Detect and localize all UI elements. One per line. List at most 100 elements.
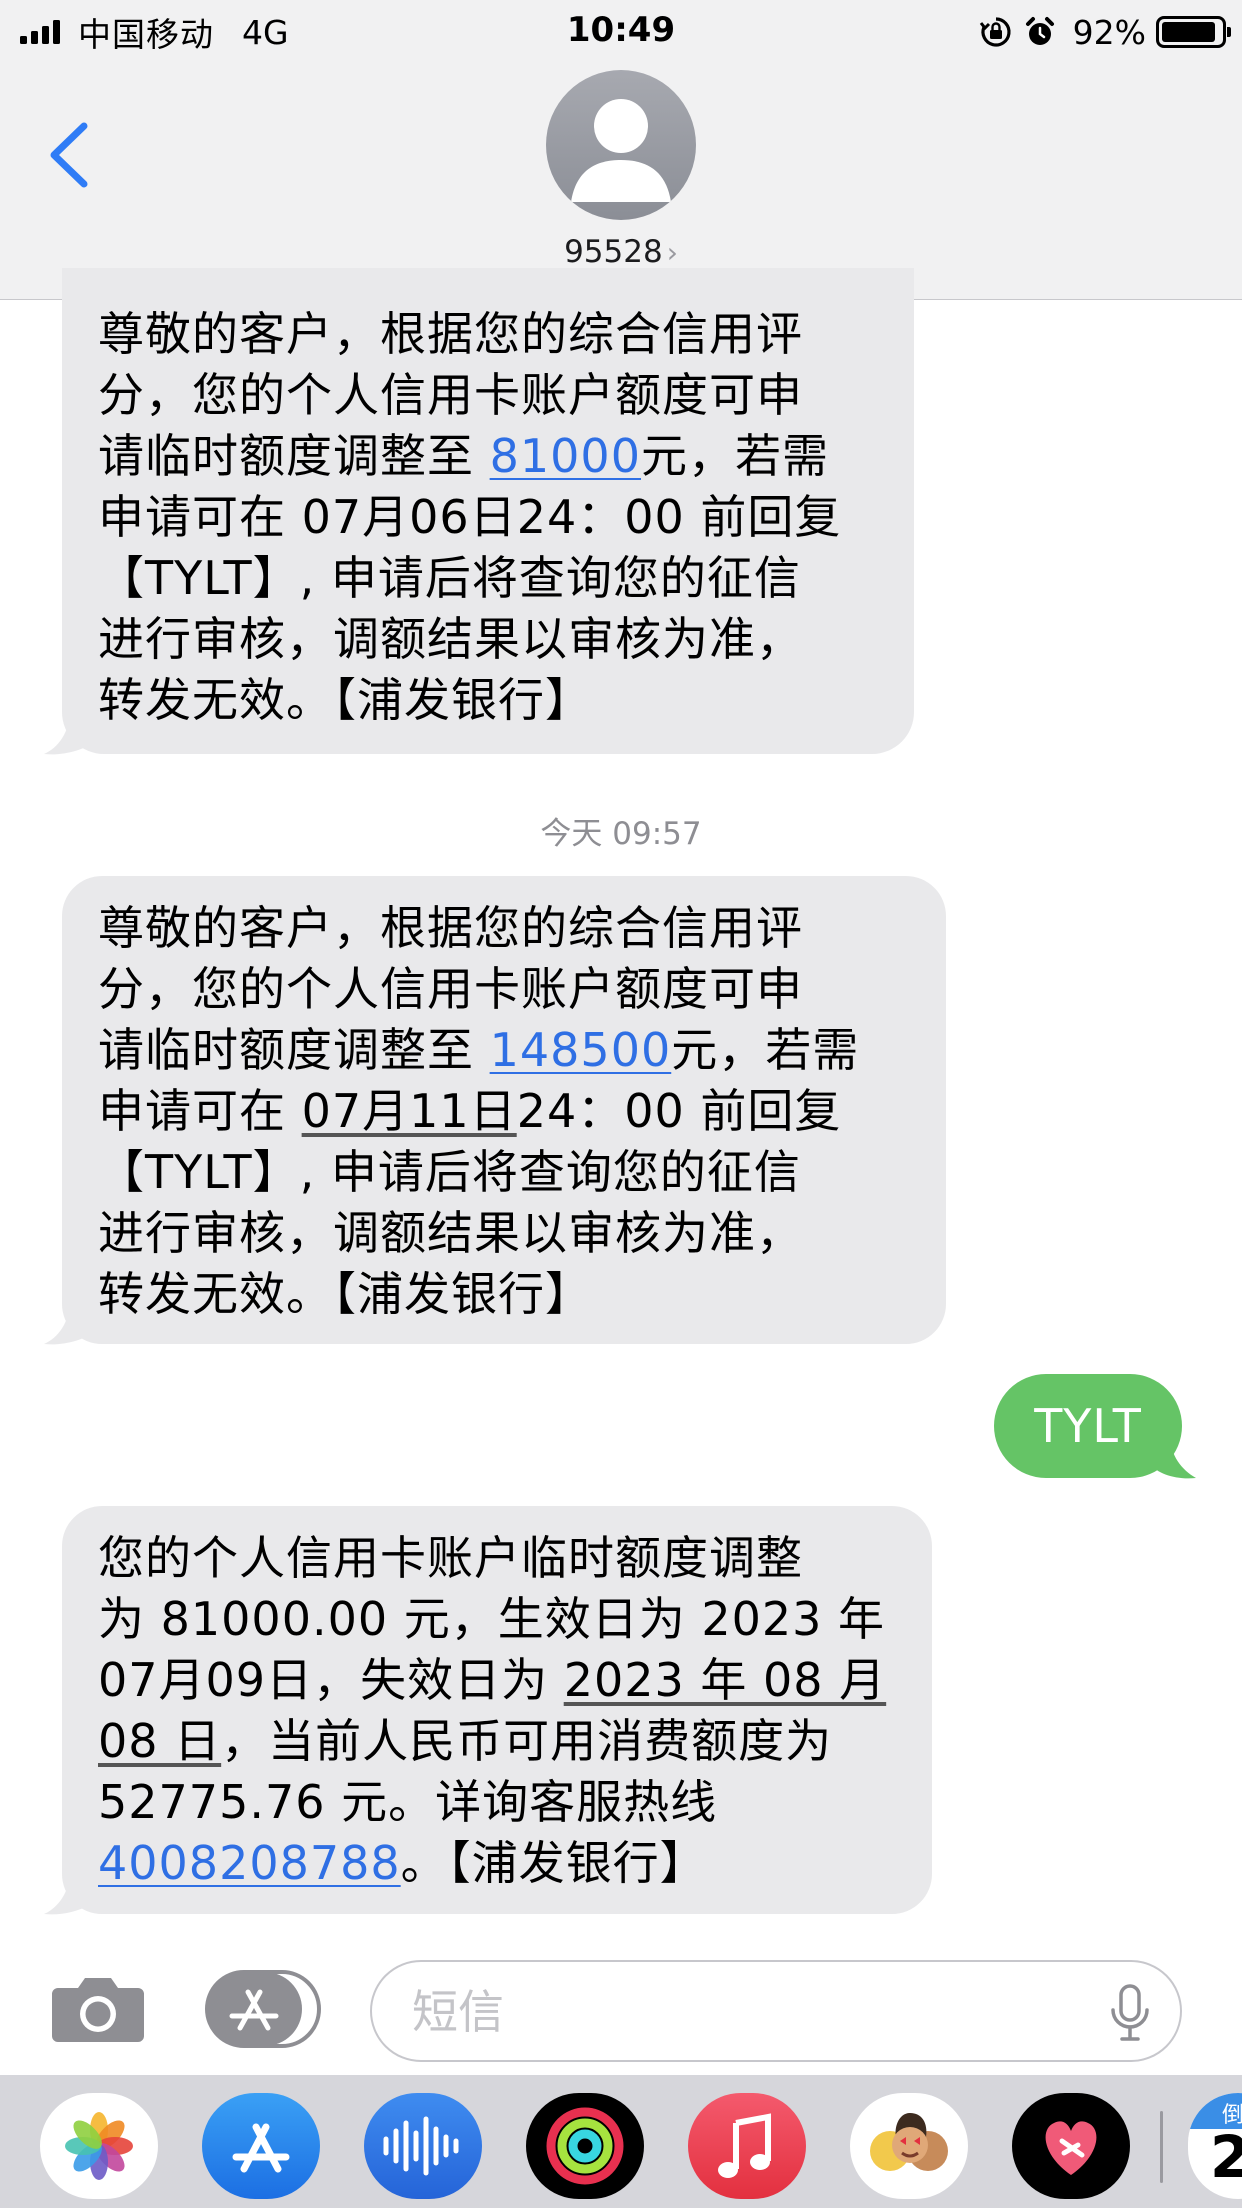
message-line: 请临时额度调整至 148500元，若需	[98, 1020, 918, 1081]
message-line: 07月09日，失效日为 2023 年 08 月	[98, 1650, 904, 1711]
message-line: 【TYLT】, 申请后将查询您的征信	[98, 548, 886, 609]
message-text-segment: 07月09日，失效日为	[98, 1653, 564, 1707]
message-text: 您的个人信用卡账户临时额度调整为 81000.00 元，生效日为 2023 年0…	[98, 1528, 904, 1894]
contact-name[interactable]: 95528 ›	[0, 234, 1242, 270]
message-text: TYLT	[1034, 1399, 1142, 1453]
message-line: 4008208788。【浦发银行】	[98, 1833, 904, 1894]
message-text-segment: 分，您的个人信用卡账户额度可申	[98, 368, 803, 422]
message-text-segment: 您的个人信用卡账户临时额度调整	[98, 1531, 803, 1585]
camera-icon	[52, 1978, 144, 2042]
chevron-left-icon	[50, 122, 88, 188]
contact-avatar[interactable]	[546, 70, 696, 220]
message-line: 08 日，当前人民币可用消费额度为	[98, 1711, 904, 1772]
message-line: 尊敬的客户，根据您的综合信用评	[98, 898, 918, 959]
message-text-segment: 进行审核，调额结果以审核为准，	[98, 1206, 803, 1260]
message-text-segment: 52775.76 元。详询客服热线	[98, 1775, 718, 1829]
conversation-header: 95528 ›	[0, 62, 1242, 300]
message-text-segment: 请临时额度调整至	[98, 1023, 490, 1077]
message-line: 转发无效。【浦发银行】	[98, 1264, 918, 1325]
message-text-segment: ，当前人民币可用消费额度为	[221, 1714, 833, 1768]
countdown-number: 2	[1210, 2123, 1242, 2191]
activity-app-button[interactable]	[526, 2093, 644, 2199]
message-text-segment: 24：00 前回复	[516, 1084, 842, 1138]
message-line: 您的个人信用卡账户临时额度调整	[98, 1528, 904, 1589]
message-line: 分，您的个人信用卡账户额度可申	[98, 959, 918, 1020]
countdown-app-button[interactable]: 倒 2	[1188, 2093, 1242, 2199]
back-button[interactable]	[40, 110, 100, 200]
message-input-field[interactable]	[370, 1960, 1182, 2062]
message-line: 请临时额度调整至 81000元，若需	[98, 426, 886, 487]
message-text-segment: 申请可在 07月06日24：00 前回复	[98, 490, 842, 544]
message-line: 52775.76 元。详询客服热线	[98, 1772, 904, 1833]
message-date-detected[interactable]: 07月11日	[302, 1084, 517, 1138]
message-text: 尊敬的客户，根据您的综合信用评 分，您的个人信用卡账户额度可申 请临时额度调整至 1…	[98, 898, 918, 1325]
compose-bar	[0, 1940, 1242, 2075]
camera-button[interactable]	[50, 1974, 146, 2044]
message-text-segment: 为 81000.00 元，生效日为 2023 年	[98, 1592, 886, 1646]
app-store-button[interactable]	[204, 1970, 322, 2048]
message-text-segment: 元，若需	[671, 1023, 860, 1077]
app-store-icon	[205, 1970, 321, 2048]
activity-icon	[546, 2107, 624, 2185]
message-text-segment: 请临时额度调整至	[98, 429, 490, 483]
message-line: 申请可在 07月11日24：00 前回复	[98, 1081, 918, 1142]
message-date-detected[interactable]: 2023 年 08 月	[564, 1653, 886, 1707]
message-bubble-incoming[interactable]: 您的个人信用卡账户临时额度调整为 81000.00 元，生效日为 2023 年0…	[62, 1506, 932, 1914]
message-bubble-incoming[interactable]: 尊敬的客户，根据您的综合信用评 分，您的个人信用卡账户额度可申 请临时额度调整至 8…	[62, 268, 914, 754]
photos-app-button[interactable]	[40, 2093, 158, 2199]
message-line: 申请可在 07月06日24：00 前回复	[98, 487, 886, 548]
status-bar: 中国移动 4G 10:49 92%	[0, 0, 1242, 62]
message-line: 转发无效。【浦发银行】	[98, 670, 886, 731]
app-store-app-button[interactable]	[202, 2093, 320, 2199]
digital-touch-icon	[1045, 2121, 1097, 2175]
message-text-segment: 进行审核，调额结果以审核为准，	[98, 612, 803, 666]
chevron-right-icon: ›	[666, 236, 678, 269]
message-input[interactable]	[412, 1980, 1052, 2044]
bubble-tail-icon	[44, 710, 98, 755]
message-text-segment: 。【浦发银行】	[400, 1836, 707, 1890]
message-text-segment: 元，若需	[640, 429, 829, 483]
music-icon	[718, 2113, 771, 2178]
photos-icon	[65, 2112, 133, 2180]
message-text-segment: 转发无效。【浦发银行】	[98, 673, 592, 727]
message-line: 尊敬的客户，根据您的综合信用评	[98, 304, 886, 365]
contact-number: 95528	[564, 234, 663, 270]
music-app-button[interactable]	[688, 2093, 806, 2199]
message-text-segment: 尊敬的客户，根据您的综合信用评	[98, 307, 803, 361]
message-text-segment: 申请可在	[98, 1084, 302, 1138]
digital-touch-app-button[interactable]	[1012, 2093, 1130, 2199]
message-text-segment: 尊敬的客户，根据您的综合信用评	[98, 901, 803, 955]
app-store-icon	[232, 2123, 290, 2173]
message-link[interactable]: 4008208788	[98, 1836, 401, 1890]
audio-message-app-button[interactable]	[364, 2093, 482, 2199]
battery-percent: 92%	[1072, 12, 1146, 52]
memoji-app-button[interactable]	[850, 2093, 968, 2199]
message-line: 为 81000.00 元，生效日为 2023 年	[98, 1589, 904, 1650]
message-link[interactable]: 81000	[490, 429, 641, 483]
message-date-detected[interactable]: 08 日	[98, 1714, 221, 1768]
bubble-tail-icon	[44, 1870, 98, 1915]
message-link[interactable]: 148500	[490, 1023, 672, 1077]
audio-message-icon	[383, 2116, 459, 2176]
alarm-icon	[1025, 17, 1054, 45]
message-text-segment: 转发无效。【浦发银行】	[98, 1267, 592, 1321]
message-line: 进行审核，调额结果以审核为准，	[98, 609, 886, 670]
message-text-segment: 分，您的个人信用卡账户额度可申	[98, 962, 803, 1016]
battery-icon	[1156, 16, 1231, 48]
message-text-segment: 【TYLT】, 申请后将查询您的征信	[98, 551, 801, 605]
message-line: 进行审核，调额结果以审核为准，	[98, 1203, 918, 1264]
memoji-icon	[870, 2113, 948, 2171]
imessage-app-drawer: 倒 2	[0, 2075, 1242, 2208]
message-line: 【TYLT】, 申请后将查询您的征信	[98, 1142, 918, 1203]
status-right: 92%	[979, 12, 1231, 52]
message-line: 分，您的个人信用卡账户额度可申	[98, 365, 886, 426]
bubble-tail-icon	[1150, 1434, 1196, 1479]
dictation-button[interactable]	[1110, 1984, 1150, 2042]
message-text-segment: 【TYLT】, 申请后将查询您的征信	[98, 1145, 801, 1199]
microphone-icon	[1111, 1984, 1149, 2041]
person-silhouette-icon	[571, 99, 671, 202]
orientation-lock-icon	[979, 17, 1011, 47]
drawer-divider	[1160, 2111, 1163, 2183]
bubble-tail-icon	[44, 1300, 98, 1345]
message-bubble-incoming[interactable]: 尊敬的客户，根据您的综合信用评 分，您的个人信用卡账户额度可申 请临时额度调整至 1…	[62, 876, 946, 1344]
